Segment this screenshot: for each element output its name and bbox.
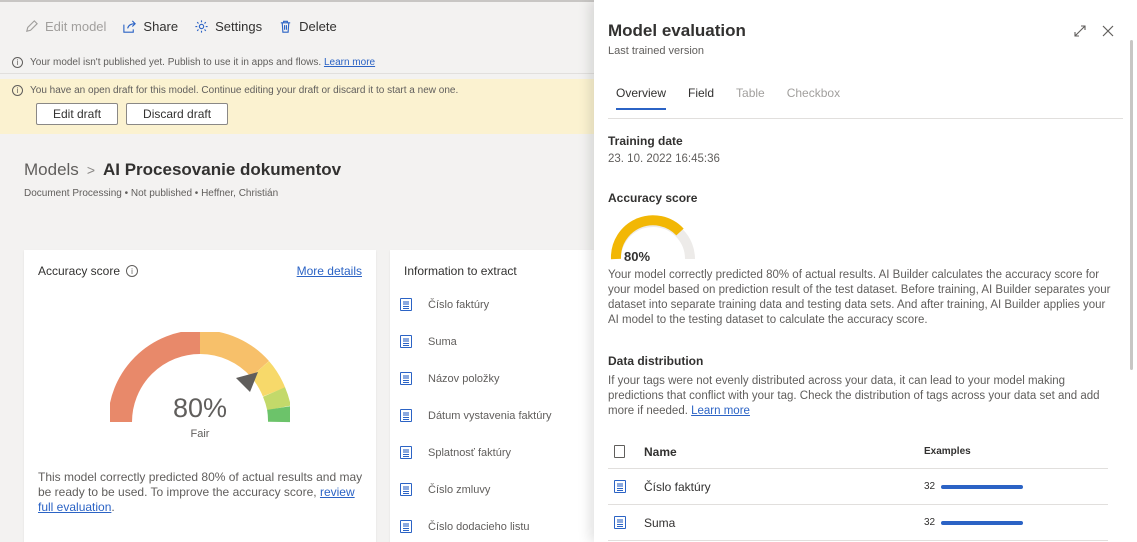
training-date-heading: Training date	[608, 134, 683, 148]
training-date-value: 23. 10. 2022 16:45:36	[608, 153, 720, 165]
accuracy-gauge-small	[610, 215, 695, 260]
discard-draft-button[interactable]: Discard draft	[126, 103, 229, 125]
settings-button[interactable]: Settings	[188, 19, 268, 34]
data-distribution-heading: Data distribution	[608, 354, 704, 368]
model-meta: Document Processing • Not published • He…	[24, 188, 279, 199]
info-icon: i	[12, 57, 23, 68]
gear-icon	[195, 19, 208, 33]
accuracy-score-value: 80%	[172, 393, 228, 423]
document-field-icon	[400, 483, 412, 496]
examples-bar	[941, 484, 1024, 489]
accuracy-description: This model correctly predicted 80% of ac…	[38, 470, 363, 514]
accuracy-explanation: Your model correctly predicted 80% of ac…	[608, 269, 1111, 326]
tab-field[interactable]: Field	[688, 86, 714, 110]
accuracy-card: Accuracy score i More details 80% Fair T…	[24, 250, 376, 542]
share-button[interactable]: Share	[116, 19, 184, 34]
share-icon	[123, 19, 137, 33]
panel-tabs: Overview Field Table Checkbox	[616, 86, 840, 110]
delete-button[interactable]: Delete	[272, 19, 343, 34]
column-name-header[interactable]: Name	[644, 445, 924, 459]
edit-model-button[interactable]: Edit model	[18, 19, 112, 34]
file-icon	[614, 445, 625, 458]
breadcrumb-models[interactable]: Models	[24, 160, 79, 180]
list-item[interactable]: Splatnosť faktúry	[390, 434, 605, 471]
unpublished-notice: i Your model isn't published yet. Publis…	[0, 52, 594, 74]
list-item[interactable]: Číslo dodacieho listu	[390, 508, 605, 542]
accuracy-card-header: Accuracy score i	[38, 264, 139, 278]
document-field-icon	[400, 520, 412, 533]
list-item[interactable]: Suma	[390, 323, 605, 360]
tab-overview[interactable]: Overview	[616, 86, 667, 110]
draft-notice: i You have an open draft for this model.…	[0, 79, 594, 134]
chevron-right-icon: >	[86, 162, 95, 178]
breadcrumb: Models > AI Procesovanie dokumentov	[24, 160, 341, 180]
table-row[interactable]: Číslo faktúry 32	[608, 469, 1108, 505]
table-header: Name Examples	[608, 435, 1108, 469]
column-examples-header[interactable]: Examples	[924, 446, 1108, 457]
expand-icon[interactable]	[1073, 24, 1087, 38]
list-item[interactable]: Dátum vystavenia faktúry	[390, 397, 605, 434]
distribution-table: Name Examples Číslo faktúry 32 Suma 32	[608, 435, 1108, 541]
document-field-icon	[614, 516, 626, 529]
scrollbar[interactable]	[1130, 40, 1133, 370]
document-field-icon	[400, 298, 412, 311]
list-item[interactable]: Číslo zmluvy	[390, 471, 605, 508]
tab-checkbox[interactable]: Checkbox	[787, 86, 840, 110]
document-field-icon	[400, 372, 412, 385]
learn-more-link[interactable]: Learn more	[324, 57, 375, 68]
info-icon[interactable]: i	[126, 265, 139, 277]
model-evaluation-panel: Model evaluation Last trained version Ov…	[594, 0, 1137, 542]
document-field-icon	[614, 480, 626, 493]
extract-card: Information to extract Číslo faktúry Sum…	[390, 250, 605, 542]
panel-title: Model evaluation	[608, 21, 746, 40]
gauge-segment-fair	[199, 332, 269, 378]
edit-draft-button[interactable]: Edit draft	[36, 103, 119, 125]
examples-bar	[941, 520, 1024, 525]
tab-table[interactable]: Table	[736, 86, 765, 110]
document-field-icon	[400, 335, 412, 348]
tab-divider	[608, 118, 1123, 119]
close-icon[interactable]	[1101, 24, 1115, 38]
pencil-icon	[26, 19, 38, 32]
gauge-segment-good	[250, 361, 286, 397]
accuracy-heading: Accuracy score	[608, 191, 698, 205]
learn-more-link[interactable]: Learn more	[691, 405, 750, 417]
page-title: AI Procesovanie dokumentov	[103, 160, 342, 179]
extract-list: Číslo faktúry Suma Názov položky Dátum v…	[390, 286, 605, 542]
table-row[interactable]: Suma 32	[608, 505, 1108, 541]
extract-card-title: Information to extract	[404, 264, 517, 278]
accuracy-score-small: 80%	[624, 249, 651, 264]
list-item[interactable]: Názov položky	[390, 360, 605, 397]
list-item[interactable]: Číslo faktúry	[390, 286, 605, 323]
info-icon: i	[12, 85, 23, 96]
document-field-icon	[400, 409, 412, 422]
more-details-link[interactable]: More details	[297, 264, 362, 278]
accuracy-rating: Fair	[190, 428, 210, 440]
command-bar: Edit model Share Settings Delete	[0, 10, 343, 42]
panel-subtitle: Last trained version	[608, 45, 704, 57]
trash-icon	[280, 20, 291, 33]
gauge-needle-icon	[236, 372, 258, 392]
document-field-icon	[400, 446, 412, 459]
data-distribution-text: If your tags were not evenly distributed…	[608, 375, 1100, 417]
